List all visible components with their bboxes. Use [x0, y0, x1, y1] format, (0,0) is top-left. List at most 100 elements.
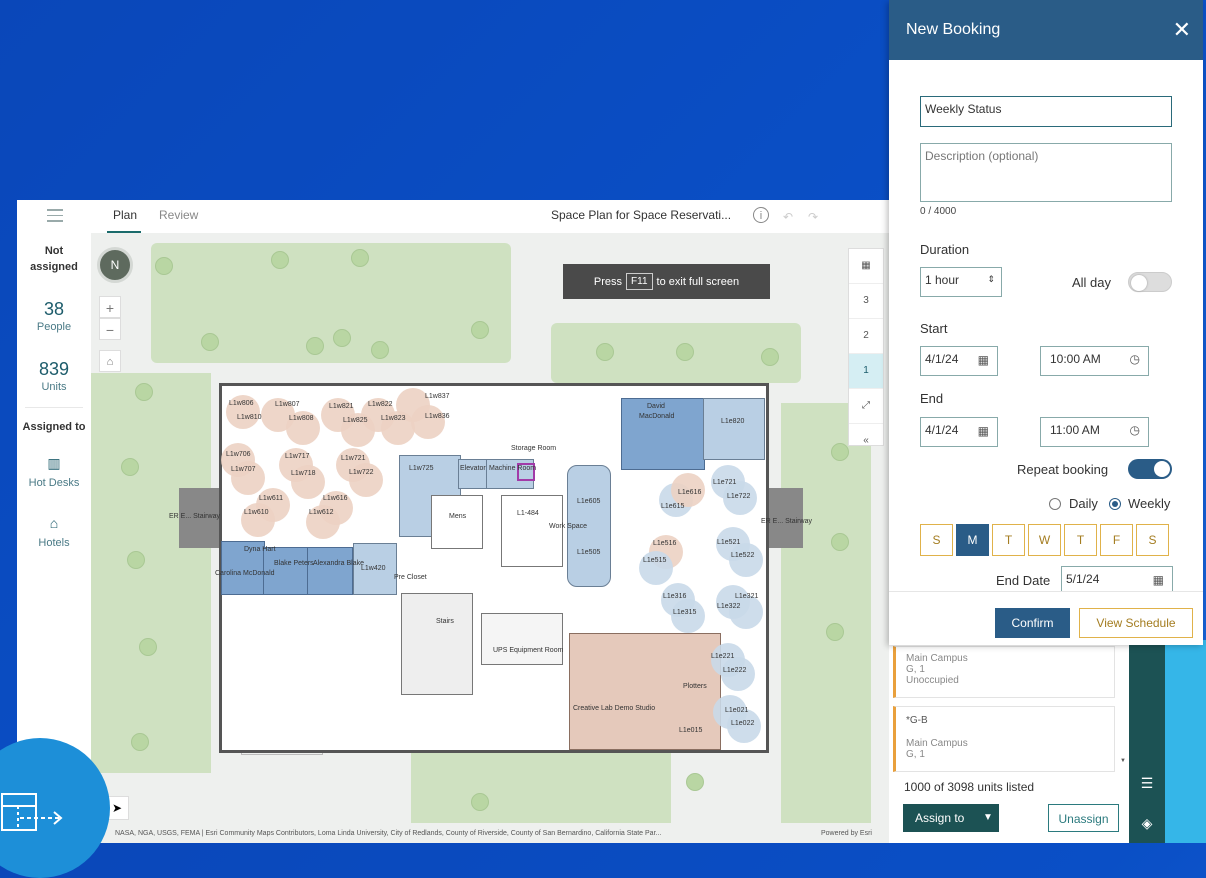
not-assigned-line1: Not [44, 245, 64, 257]
powered-by-esri[interactable]: Powered by Esri [821, 830, 872, 837]
hot-desk-icon[interactable]: ▥ [17, 455, 91, 472]
desk-unit[interactable] [671, 599, 705, 633]
duration-select[interactable]: 1 hour ⇕ [920, 267, 1002, 297]
building-icon[interactable]: ▦ [849, 249, 883, 284]
desk-unit[interactable] [729, 595, 763, 629]
map-label: L1w721 [341, 455, 366, 462]
zoom-in-button[interactable]: + [99, 296, 121, 318]
day-saturday[interactable]: S [1136, 524, 1169, 556]
assign-to-button[interactable]: Assign to ▼ [903, 804, 999, 832]
room-mens[interactable] [431, 495, 483, 549]
day-sunday[interactable]: S [920, 524, 953, 556]
layers-icon[interactable]: ◈ [1138, 814, 1156, 832]
home-icon[interactable]: ⌂ [99, 350, 121, 372]
assignment-stats-panel: Not assigned 38 People 839 Units Assigne… [17, 233, 92, 563]
collapse-icon[interactable]: « [849, 424, 883, 458]
map-label: L1e521 [717, 539, 741, 546]
hot-desks-label[interactable]: Hot Desks [17, 477, 91, 489]
floor-plan-map[interactable]: ♿ ♿ [91, 233, 902, 843]
tab-plan[interactable]: Plan [113, 208, 137, 222]
hotels-label[interactable]: Hotels [17, 537, 91, 549]
confirm-button[interactable]: Confirm [995, 608, 1070, 638]
start-time-field[interactable]: 10:00 AM ◷ [1040, 346, 1149, 376]
daily-radio[interactable] [1049, 498, 1061, 510]
description-field[interactable]: Description (optional) [920, 143, 1172, 202]
start-label: Start [920, 321, 948, 336]
desk-unit[interactable] [411, 405, 445, 439]
tree [139, 638, 157, 656]
people-count[interactable]: 38 [17, 299, 91, 320]
day-tuesday[interactable]: T [992, 524, 1025, 556]
map-label: L1e605 [577, 498, 601, 505]
list-item[interactable]: *G-B Main Campus G, 1 [893, 706, 1115, 772]
hotel-icon[interactable]: ⌂ [17, 515, 91, 531]
map-label: L1e316 [663, 593, 687, 600]
floor-button-1[interactable]: 1 [849, 354, 883, 389]
start-time-value: 10:00 AM [1050, 352, 1101, 366]
day-friday[interactable]: F [1100, 524, 1133, 556]
desk-unit[interactable] [721, 657, 755, 691]
tab-review[interactable]: Review [159, 208, 198, 222]
list-item-campus: Main Campus [906, 738, 968, 749]
weekly-label[interactable]: Weekly [1128, 496, 1170, 511]
tree [121, 458, 139, 476]
map-label: L1e615 [661, 503, 685, 510]
end-time-field[interactable]: 11:00 AM ◷ [1040, 417, 1149, 447]
tree [761, 348, 779, 366]
end-date-value: 4/1/24 [925, 423, 959, 437]
redo-icon[interactable]: ↷ [808, 210, 818, 224]
calendar-icon[interactable]: ▦ [1153, 573, 1164, 587]
map-label: L1w616 [323, 495, 348, 502]
map-label: L1e505 [577, 549, 601, 556]
room-l1e820[interactable] [703, 398, 765, 460]
undo-icon[interactable]: ↶ [783, 210, 793, 224]
desk-unit[interactable] [729, 543, 763, 577]
room-alexandra-blake[interactable] [307, 547, 353, 595]
tree [135, 383, 153, 401]
map-label: L1e015 [679, 727, 703, 734]
calendar-icon[interactable]: ▦ [978, 353, 989, 367]
end-date-label: End Date [996, 573, 1051, 588]
weekly-radio[interactable] [1109, 498, 1121, 510]
end-time-value: 11:00 AM [1050, 423, 1100, 437]
list-icon[interactable]: ☰ [1138, 774, 1156, 792]
day-wednesday[interactable]: W [1028, 524, 1061, 556]
map-label: Work Space [549, 523, 587, 530]
map-label: Pre Closet [394, 574, 427, 581]
info-icon[interactable]: i [753, 207, 769, 223]
scroll-down-icon[interactable]: ▼ [1120, 758, 1126, 764]
start-date-field[interactable]: 4/1/24 ▦ [920, 346, 998, 376]
view-schedule-button[interactable]: View Schedule [1079, 608, 1193, 638]
map-label: L1e322 [717, 603, 741, 610]
compass-icon[interactable]: N [97, 247, 133, 283]
list-scrollbar[interactable]: ▼ [1119, 650, 1126, 770]
end-date-field[interactable]: 4/1/24 ▦ [920, 417, 998, 447]
map-label: L1e721 [713, 479, 737, 486]
day-monday[interactable]: M [956, 524, 989, 556]
clock-icon[interactable]: ◷ [1130, 352, 1140, 366]
floor-picker: ▦ 3 2 1 ⤢ « [848, 248, 884, 446]
chevron-down-icon[interactable]: ▼ [983, 804, 993, 832]
repeat-booking-toggle[interactable] [1128, 459, 1172, 479]
tree [596, 343, 614, 361]
menu-icon[interactable] [47, 209, 63, 223]
list-item[interactable]: Main Campus G, 1 Unoccupied [893, 646, 1115, 698]
room-l1-484[interactable] [501, 495, 563, 567]
day-thursday[interactable]: T [1064, 524, 1097, 556]
calendar-icon[interactable]: ▦ [978, 424, 989, 438]
floor-button-3[interactable]: 3 [849, 284, 883, 319]
floor-button-2[interactable]: 2 [849, 319, 883, 354]
close-icon[interactable]: ✕ [1173, 17, 1191, 43]
units-count[interactable]: 839 [17, 359, 91, 380]
room-ups-equipment[interactable] [481, 613, 563, 665]
clock-icon[interactable]: ◷ [1130, 423, 1140, 437]
daily-label[interactable]: Daily [1069, 496, 1098, 511]
booking-title-field[interactable]: Weekly Status [920, 96, 1172, 127]
zoom-out-button[interactable]: − [99, 318, 121, 340]
all-day-toggle[interactable] [1128, 272, 1172, 292]
room-stairs[interactable] [401, 593, 473, 695]
not-assigned-line2: assigned [30, 261, 78, 273]
expand-icon[interactable]: ⤢ [849, 389, 883, 424]
unassign-button[interactable]: Unassign [1048, 804, 1119, 832]
room-elevator[interactable] [458, 459, 488, 489]
